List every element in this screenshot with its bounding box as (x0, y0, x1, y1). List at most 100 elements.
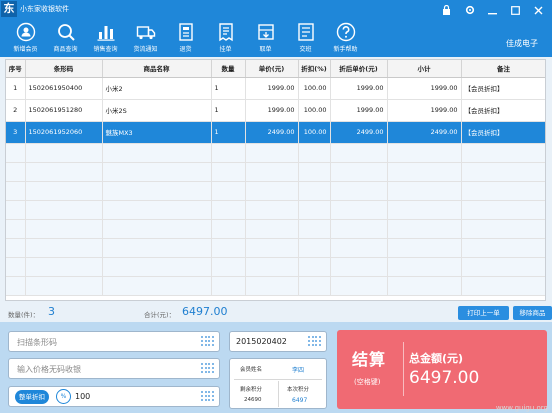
remaining-points-label: 剩余积分 (240, 387, 263, 393)
app-title: 小东家收银软件 (20, 5, 69, 13)
cell-no: 2 (6, 99, 26, 122)
toolbar-label: 挂单 (219, 46, 232, 53)
barcode-placeholder: 扫描条形码 (17, 338, 57, 347)
settings-icon[interactable] (460, 2, 479, 18)
toolbar-label: 商品查询 (53, 46, 78, 53)
empty-cell (330, 219, 388, 239)
empty-cell (461, 238, 545, 258)
cell-discounted-price: 1999.00 (330, 99, 388, 122)
return-icon (178, 23, 193, 41)
truck-icon (136, 26, 155, 40)
table-row[interactable]: 2 1502061951280 小米2S 1 1999.00 100.00 19… (6, 99, 545, 122)
cell-no: 3 (6, 121, 26, 144)
company-name: 佳成电子 (506, 39, 538, 48)
empty-cell (330, 200, 388, 220)
this-points-label: 本次积分 (287, 387, 310, 393)
keyboard-icon[interactable] (201, 363, 214, 374)
keyboard-icon[interactable] (308, 336, 321, 347)
column-header[interactable]: 序号 (6, 60, 26, 78)
maximize-icon[interactable] (506, 2, 525, 18)
cell-name: 小米2 (102, 77, 212, 100)
keyboard-icon[interactable] (201, 336, 214, 347)
table-row[interactable]: 1 1502061950400 小米2 1 1999.00 100.00 199… (6, 77, 545, 100)
price-placeholder: 输入价格无码收银 (17, 365, 81, 374)
discount-input[interactable]: 整单折扣 % 100 (8, 386, 220, 407)
cell-note: 【会员折扣】 (461, 99, 545, 122)
empty-cell (6, 143, 26, 163)
empty-cell (6, 162, 26, 182)
empty-cell (25, 276, 103, 296)
minimize-icon[interactable] (483, 2, 502, 18)
toolbar-label: 货流通知 (133, 46, 158, 53)
cell-no: 1 (6, 77, 26, 100)
empty-cell (387, 257, 462, 277)
empty-cell (461, 219, 545, 239)
empty-cell (245, 257, 299, 277)
retrieve-order-button[interactable]: 取单 (248, 22, 283, 53)
add-member-button[interactable]: 新增会员 (8, 22, 43, 53)
remove-item-button[interactable]: 移除商品 (513, 306, 552, 320)
shift-icon (297, 23, 314, 41)
column-header[interactable]: 折后单价(元) (330, 60, 388, 78)
cell-subtotal: 1999.00 (387, 99, 462, 122)
empty-cell (387, 200, 462, 220)
column-header[interactable]: 数量 (211, 60, 246, 78)
empty-cell (6, 257, 26, 277)
keyboard-icon[interactable] (201, 391, 214, 402)
toolbar-label: 新增会员 (13, 46, 38, 53)
app-logo: 东 (1, 1, 17, 17)
empty-cell (6, 276, 26, 296)
column-header[interactable]: 单价(元) (245, 60, 299, 78)
empty-cell (25, 162, 103, 182)
member-id-value: 2015020402 (236, 337, 287, 346)
member-id-input[interactable]: 2015020402 (229, 331, 327, 352)
product-search-button[interactable]: 商品查询 (48, 22, 83, 53)
empty-cell (330, 162, 388, 182)
empty-cell (330, 257, 388, 277)
divider (278, 381, 279, 407)
toolbar: 新增会员 商品查询 销售查询 货流通知 退货 挂单 取单 交班 新手帮助 (8, 22, 368, 53)
empty-cell (245, 200, 299, 220)
table-row-selected[interactable]: 3 1502061952060 魅族MX3 1 2499.00 100.00 2… (6, 121, 545, 144)
toolbar-label: 销售查询 (93, 46, 118, 53)
shipment-notice-button[interactable]: 货流通知 (128, 22, 163, 53)
empty-cell (245, 162, 299, 182)
sales-search-button[interactable]: 销售查询 (88, 22, 123, 53)
window-controls (433, 2, 548, 18)
hold-order-button[interactable]: 挂单 (208, 22, 243, 53)
empty-cell (245, 219, 299, 239)
column-header[interactable]: 商品名称 (102, 60, 212, 78)
whole-order-discount-tag: 整单折扣 (15, 390, 49, 404)
barcode-input[interactable]: 扫描条形码 (8, 331, 220, 352)
checkout-button[interactable]: 结算 (空格键) 总金额(元) 6497.00 (337, 330, 547, 409)
add-member-icon (16, 22, 35, 42)
empty-cell (25, 219, 103, 239)
remaining-points-value: 24690 (244, 397, 262, 403)
empty-cell (387, 276, 462, 296)
toolbar-label: 退货 (179, 46, 192, 53)
column-header[interactable]: 条形码 (25, 60, 103, 78)
print-last-button[interactable]: 打印上一单 (458, 306, 509, 320)
empty-cell (211, 162, 246, 182)
empty-cell (211, 276, 246, 296)
retrieve-order-icon (257, 24, 274, 40)
empty-cell (211, 238, 246, 258)
empty-row (6, 276, 545, 296)
empty-cell (25, 238, 103, 258)
price-input[interactable]: 输入价格无码收银 (8, 358, 220, 379)
column-header[interactable]: 折扣(%) (298, 60, 331, 78)
cell-price: 1999.00 (245, 99, 299, 122)
empty-cell (298, 181, 331, 201)
help-button[interactable]: 新手帮助 (328, 22, 363, 53)
close-icon[interactable] (529, 2, 548, 18)
cell-qty: 1 (211, 99, 246, 122)
empty-cell (298, 162, 331, 182)
lock-icon[interactable] (437, 2, 456, 18)
return-button[interactable]: 退货 (168, 22, 203, 53)
column-header[interactable]: 备注 (461, 60, 545, 78)
toolbar-label: 新手帮助 (333, 46, 358, 53)
column-header[interactable]: 小计 (387, 60, 462, 78)
member-name-value: 李四 (292, 367, 305, 374)
shift-change-button[interactable]: 交班 (288, 22, 323, 53)
empty-cell (461, 276, 545, 296)
